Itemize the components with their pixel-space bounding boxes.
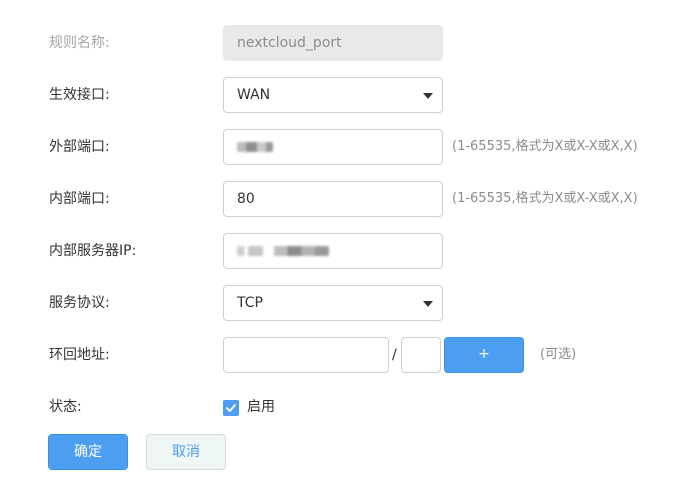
interface-label: 生效接口: [49, 87, 110, 103]
internal-port-row: 内部端口: 80 (1-65535,格式为X或X-X或X,X) [0, 181, 678, 217]
checkmark-icon [226, 404, 236, 412]
external-port-input[interactable] [223, 129, 443, 165]
status-label: 状态: [49, 399, 82, 415]
redacted-value [237, 246, 329, 256]
interface-row: 生效接口: WAN [0, 77, 678, 113]
loopback-address-input[interactable] [223, 337, 389, 373]
internal-ip-input[interactable] [223, 233, 443, 269]
chevron-down-icon [423, 93, 433, 99]
loopback-optional-note: (可选) [540, 347, 577, 362]
loopback-mask-input[interactable] [401, 337, 441, 373]
chevron-down-icon [423, 301, 433, 307]
internal-ip-row: 内部服务器IP: [0, 233, 678, 269]
enable-checkbox-label[interactable]: 启用 [247, 389, 275, 425]
protocol-select-value: TCP [237, 295, 263, 311]
loopback-separator: / [392, 347, 397, 363]
enable-checkbox[interactable] [223, 400, 239, 416]
protocol-label: 服务协议: [49, 295, 110, 311]
internal-port-label: 内部端口: [49, 191, 110, 207]
external-port-row: 外部端口: (1-65535,格式为X或X-X或X,X) [0, 129, 678, 165]
internal-port-input[interactable]: 80 [223, 181, 443, 217]
rule-name-row: 规则名称: nextcloud_port [0, 25, 678, 61]
confirm-button[interactable]: 确定 [48, 434, 128, 470]
protocol-select[interactable]: TCP [223, 285, 443, 321]
internal-port-hint: (1-65535,格式为X或X-X或X,X) [452, 191, 638, 206]
interface-select-value: WAN [237, 87, 271, 103]
redacted-value [237, 142, 273, 152]
external-port-label: 外部端口: [49, 139, 110, 155]
rule-name-input: nextcloud_port [223, 25, 443, 61]
loopback-row: 环回地址: / + (可选) [0, 337, 678, 373]
rule-name-label: 规则名称: [49, 35, 110, 51]
cancel-button[interactable]: 取消 [146, 434, 226, 470]
interface-select[interactable]: WAN [223, 77, 443, 113]
external-port-hint: (1-65535,格式为X或X-X或X,X) [452, 139, 638, 154]
protocol-row: 服务协议: TCP [0, 285, 678, 321]
internal-ip-label: 内部服务器IP: [49, 243, 137, 259]
loopback-label: 环回地址: [49, 347, 110, 363]
add-loopback-button[interactable]: + [444, 337, 524, 373]
status-row: 状态: 启用 [0, 389, 678, 425]
